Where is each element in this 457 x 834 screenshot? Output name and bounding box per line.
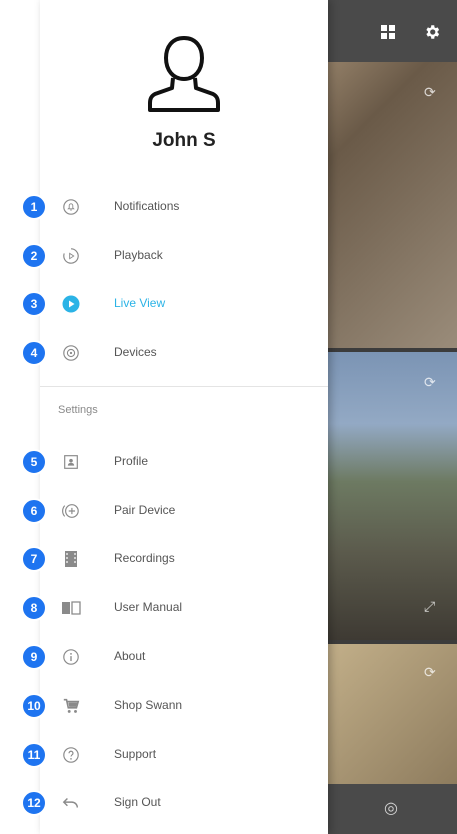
refresh-icon[interactable]: ⟳ <box>424 84 436 101</box>
refresh-icon[interactable]: ⟳ <box>424 664 436 681</box>
menu-item-label: Devices <box>114 345 157 359</box>
refresh-icon[interactable]: ⟳ <box>424 374 436 391</box>
menu-item-label: Notifications <box>114 199 180 213</box>
menu-item-about[interactable]: About <box>40 640 328 674</box>
menu-item-label: Profile <box>114 454 149 468</box>
avatar-icon <box>148 35 220 112</box>
playback-icon <box>60 245 82 267</box>
info-icon <box>60 646 82 668</box>
callout-badge: 10 <box>21 693 47 719</box>
menu-item-label: Support <box>114 747 157 761</box>
callout-badge: 8 <box>21 595 47 621</box>
menu-item-label: Playback <box>114 248 163 262</box>
menu-item-live-view[interactable]: Live View <box>40 287 328 321</box>
play-circle-icon <box>60 293 82 315</box>
user-name: John S <box>152 130 216 151</box>
menu-item-label: Live View <box>114 296 166 310</box>
menu-item-label: User Manual <box>114 600 183 614</box>
menu-item-label: Pair Device <box>114 503 176 517</box>
callout-badge: 4 <box>21 340 47 366</box>
recordings-icon <box>60 548 82 570</box>
menu-item-label: Recordings <box>114 551 175 565</box>
menu-item-label: Sign Out <box>114 795 161 809</box>
callout-badge: 5 <box>21 449 47 475</box>
record-icon[interactable]: ◎ <box>384 798 398 818</box>
menu-item-sign-out[interactable]: Sign Out <box>40 786 328 820</box>
cart-icon <box>60 695 82 717</box>
fullscreen-icon[interactable]: ⤢ <box>424 598 435 615</box>
callout-badge: 11 <box>21 742 47 768</box>
menu-divider <box>40 386 328 387</box>
settings-section-heading: Settings <box>58 404 98 416</box>
menu-item-shop-swann[interactable]: Shop Swann <box>40 689 328 723</box>
menu-item-label: Shop Swann <box>114 698 183 712</box>
menu-item-recordings[interactable]: Recordings <box>40 542 328 576</box>
menu-item-pair-device[interactable]: Pair Device <box>40 494 328 528</box>
menu-item-label: About <box>114 649 146 663</box>
book-icon <box>60 597 82 619</box>
pair-device-icon <box>60 500 82 522</box>
callout-badge: 6 <box>21 498 47 524</box>
callout-badge: 12 <box>21 790 47 816</box>
menu-item-user-manual[interactable]: User Manual <box>40 591 328 625</box>
menu-item-playback[interactable]: Playback <box>40 239 328 273</box>
gear-icon[interactable] <box>420 20 444 44</box>
sign-out-icon <box>60 792 82 814</box>
devices-icon <box>60 342 82 364</box>
menu-item-support[interactable]: Support <box>40 738 328 772</box>
profile-icon <box>60 451 82 473</box>
callout-badge: 2 <box>21 243 47 269</box>
help-icon <box>60 744 82 766</box>
bell-icon <box>60 196 82 218</box>
callout-badge: 1 <box>21 194 47 220</box>
grid-layout-icon[interactable] <box>376 20 400 44</box>
callout-badge: 3 <box>21 291 47 317</box>
callout-badge: 9 <box>21 644 47 670</box>
menu-item-profile[interactable]: Profile <box>40 445 328 479</box>
menu-item-notifications[interactable]: Notifications <box>40 190 328 224</box>
callout-badge: 7 <box>21 546 47 572</box>
menu-item-devices[interactable]: Devices <box>40 336 328 370</box>
navigation-drawer: John S Notifications Playback Live View … <box>40 0 328 834</box>
